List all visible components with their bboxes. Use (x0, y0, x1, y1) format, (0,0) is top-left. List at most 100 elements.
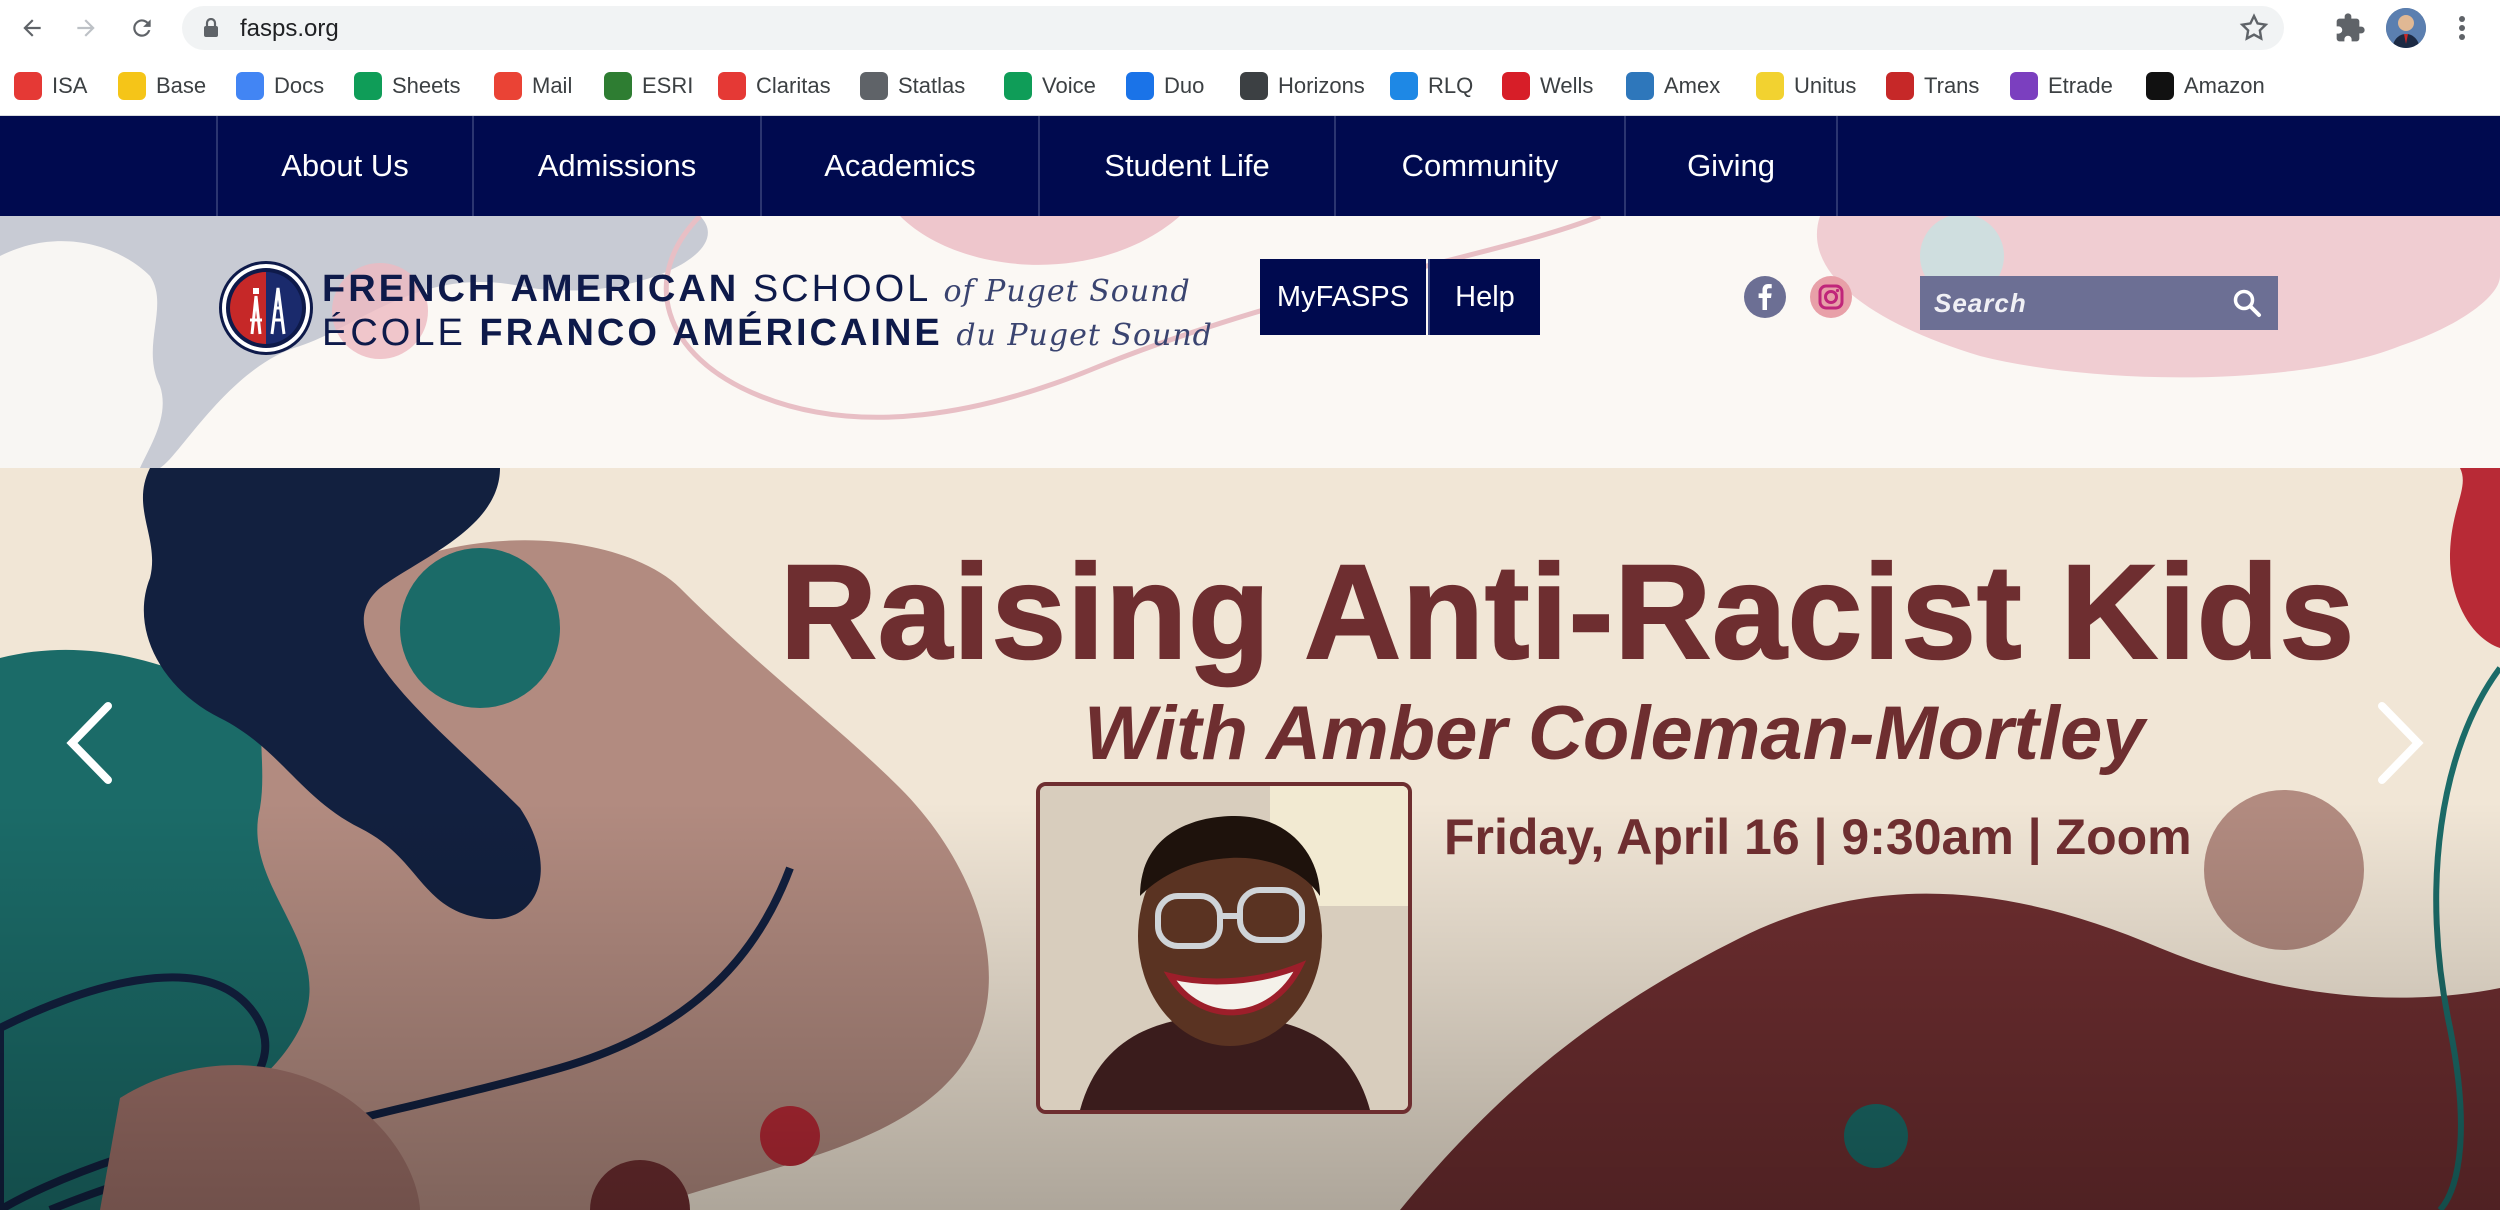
bookmark-rlq-icon (1390, 72, 1418, 100)
speaker-photo (1036, 782, 1412, 1114)
bookmark-statlas-icon (860, 72, 888, 100)
logo-text-line2[interactable]: ÉCOLE FRANCO AMÉRICAINE du Puget Sound (322, 312, 1213, 355)
bookmark-label: Amazon (2184, 73, 2265, 98)
bookmark-horizons[interactable]: Horizons (1240, 70, 1365, 102)
bookmark-amazon-icon (2146, 72, 2174, 100)
bookmark-base-icon (118, 72, 146, 100)
menu-kebab-icon[interactable] (2452, 12, 2472, 44)
logo-text-line1[interactable]: FRENCH AMERICAN SCHOOL of Puget Sound (322, 268, 1191, 311)
nav-admissions[interactable]: Admissions (472, 116, 760, 216)
logo-school: SCHOOL (752, 268, 930, 310)
bookmark-mail-icon (494, 72, 522, 100)
logo-of-puget-sound: of Puget Sound (943, 274, 1191, 309)
hero-title: Raising Anti-Racist Kids (779, 537, 2356, 688)
search-input[interactable] (1934, 286, 2214, 320)
bookmark-sheets-icon (354, 72, 382, 100)
bookmarks-bar: ISA Base Docs Sheets Mail ESRI Claritas Statlas… (0, 56, 2500, 116)
back-arrow-icon (23, 19, 41, 37)
bookmark-voice-icon (1004, 72, 1032, 100)
bookmark-label: ESRI (642, 73, 694, 98)
forward-button[interactable] (68, 10, 104, 46)
reload-button[interactable] (124, 10, 160, 46)
bookmark-label: RLQ (1428, 73, 1474, 98)
url-text: fasps.org (240, 15, 339, 42)
logo-french-american: FRENCH AMERICAN (322, 268, 740, 310)
bookmark-label: Horizons (1278, 73, 1365, 98)
carousel-prev-icon[interactable] (60, 698, 120, 788)
bookmark-isa-icon (14, 72, 42, 100)
bookmark-label: Voice (1042, 73, 1096, 98)
bookmark-label: Statlas (898, 73, 966, 98)
facebook-icon[interactable] (1744, 276, 1786, 318)
bookmark-wells[interactable]: Wells (1502, 70, 1593, 102)
nav-academics[interactable]: Academics (760, 116, 1038, 216)
bookmark-esri[interactable]: ESRI (604, 70, 693, 102)
bookmark-docs-icon (236, 72, 264, 100)
lock-icon (204, 18, 218, 37)
forward-arrow-icon (77, 19, 95, 37)
browser-toolbar: fasps.org (0, 0, 2500, 56)
bookmark-label: Amex (1664, 73, 1721, 98)
school-logo-emblem[interactable] (222, 264, 310, 352)
search-icon[interactable] (2232, 288, 2262, 318)
hero-subtitle: With Amber Coleman-Mortley (1084, 691, 2145, 776)
help-button[interactable]: Help (1428, 259, 1540, 335)
logo-franco-americaine: FRANCO AMÉRICAINE (479, 312, 943, 354)
bookmark-label: Docs (274, 73, 325, 98)
hero-event-details: Friday, April 16 | 9:30am | Zoom (1444, 809, 2192, 865)
bookmark-claritas[interactable]: Claritas (718, 70, 831, 102)
bookmark-label: Mail (532, 73, 573, 98)
bookmark-label: Trans (1924, 73, 1980, 98)
back-button[interactable] (14, 10, 50, 46)
site-nav: About Us Admissions Academics Student Li… (0, 116, 2500, 216)
reload-icon (133, 19, 151, 37)
instagram-icon[interactable] (1810, 276, 1852, 318)
address-bar[interactable]: fasps.org (182, 6, 2284, 50)
nav-giving[interactable]: Giving (1624, 116, 1838, 216)
bookmark-unitus-icon (1756, 72, 1784, 100)
extensions-icon[interactable] (2334, 12, 2366, 44)
bookmark-horizons-icon (1240, 72, 1268, 100)
bookmark-amex-icon (1626, 72, 1654, 100)
bookmark-sheets[interactable]: Sheets (354, 70, 461, 102)
bookmark-isa[interactable]: ISA (14, 70, 87, 102)
bookmark-amex[interactable]: Amex (1626, 70, 1720, 102)
nav-about-us[interactable]: About Us (216, 116, 472, 216)
bookmark-label: Claritas (756, 73, 831, 98)
bookmark-duo-icon (1126, 72, 1154, 100)
search-box (1920, 276, 2278, 330)
nav-community[interactable]: Community (1334, 116, 1624, 216)
bookmark-wells-icon (1502, 72, 1530, 100)
bookmark-statlas[interactable]: Statlas (860, 70, 965, 102)
bookmark-label: Sheets (392, 73, 461, 98)
bookmark-trans-icon (1886, 72, 1914, 100)
logo-du-puget-sound: du Puget Sound (956, 318, 1213, 353)
bookmark-trans[interactable]: Trans (1886, 70, 1979, 102)
bookmark-claritas-icon (718, 72, 746, 100)
bookmark-docs[interactable]: Docs (236, 70, 324, 102)
bookmark-rlq[interactable]: RLQ (1390, 70, 1473, 102)
bookmark-label: Unitus (1794, 73, 1857, 98)
hero-banner[interactable]: Raising Anti-Racist Kids With Amber Cole… (0, 468, 2500, 1210)
bookmark-label: Base (156, 73, 207, 98)
bookmark-amazon[interactable]: Amazon (2146, 70, 2265, 102)
myfasps-button[interactable]: MyFASPS (1260, 259, 1426, 335)
bookmark-label: Etrade (2048, 73, 2113, 98)
site-header: FRENCH AMERICAN SCHOOL of Puget Sound ÉC… (0, 216, 2500, 468)
bookmark-base[interactable]: Base (118, 70, 206, 102)
bookmark-etrade[interactable]: Etrade (2010, 70, 2113, 102)
bookmark-label: Wells (1540, 73, 1594, 98)
bookmark-unitus[interactable]: Unitus (1756, 70, 1856, 102)
profile-avatar[interactable] (2386, 8, 2426, 48)
bookmark-label: Duo (1164, 73, 1205, 98)
bookmark-label: ISA (52, 73, 88, 98)
nav-student-life[interactable]: Student Life (1038, 116, 1334, 216)
bookmark-star-icon[interactable] (2238, 12, 2270, 44)
bookmark-voice[interactable]: Voice (1004, 70, 1096, 102)
logo-ecole: ÉCOLE (322, 312, 466, 354)
bookmark-duo[interactable]: Duo (1126, 70, 1204, 102)
carousel-next-icon[interactable] (2370, 698, 2430, 788)
bookmark-esri-icon (604, 72, 632, 100)
bookmark-etrade-icon (2010, 72, 2038, 100)
bookmark-mail[interactable]: Mail (494, 70, 572, 102)
